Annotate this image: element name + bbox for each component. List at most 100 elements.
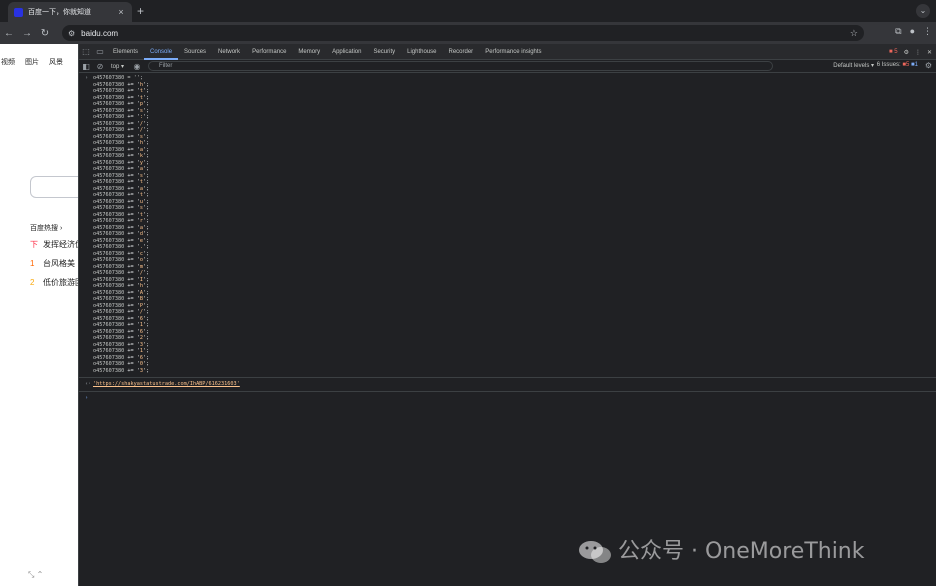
wechat-icon — [579, 541, 611, 563]
code-var: o457607380 — [93, 159, 125, 166]
code-var: o457607380 — [93, 198, 125, 205]
extensions-icon[interactable]: ⧉ — [895, 26, 901, 37]
code-char: A — [139, 289, 143, 296]
code-char: k — [139, 153, 143, 159]
tab-elements[interactable]: Elements — [107, 44, 144, 60]
code-var: o457607380 — [93, 81, 125, 88]
watermark-text: 公众号 · OneMoreThink — [618, 539, 865, 564]
settings-gear-icon[interactable]: ⚙ — [904, 49, 909, 56]
code-char: 3 — [139, 341, 143, 348]
search-input[interactable] — [30, 176, 78, 198]
nav-scenery[interactable]: 风景 — [49, 57, 63, 67]
issues-counter[interactable]: 6 Issues: ■5 ■1 — [877, 62, 918, 68]
sidebar-toggle-icon[interactable]: ◧ — [79, 62, 93, 71]
code-char: a — [139, 166, 143, 172]
hot-item[interactable]: 2 低价旅游团 — [30, 277, 78, 288]
issues-info: ■1 — [911, 62, 918, 68]
code-char: t — [139, 88, 143, 94]
hot-item[interactable]: 下发挥经济优势 — [30, 239, 78, 250]
close-devtools-icon[interactable]: ✕ — [927, 49, 932, 56]
code-char: B — [139, 296, 143, 302]
console-result: ‹· 'https://shakyastatustrade.com/IhABP/… — [79, 377, 936, 391]
result-url-string[interactable]: 'https://shakyastatustrade.com/IhABP/616… — [93, 381, 240, 387]
url-text: baidu.com — [81, 28, 119, 38]
code-char: s — [139, 172, 143, 179]
tab-sources[interactable]: Sources — [178, 44, 212, 60]
code-char: p — [139, 101, 143, 107]
code-char: / — [139, 309, 143, 315]
live-expression-eye-icon[interactable]: ◉ — [130, 62, 144, 71]
code-var: o457607380 — [93, 276, 125, 283]
device-toolbar-icon[interactable]: ▭ — [93, 47, 107, 56]
page-nav: 视频 图片 风景 — [0, 57, 63, 67]
tab-performance-insights[interactable]: Performance insights — [479, 44, 547, 60]
code-char: t — [139, 94, 143, 101]
code-var: o457607380 — [93, 283, 125, 289]
tab-console[interactable]: Console — [144, 44, 179, 60]
code-char: 2 — [139, 335, 143, 341]
nav-images[interactable]: 图片 — [25, 57, 39, 67]
code-char: t — [139, 211, 143, 218]
code-var: o457607380 — [93, 322, 125, 328]
tab-memory[interactable]: Memory — [292, 44, 326, 60]
console-filter-input[interactable]: Filter — [148, 61, 774, 71]
code-char: a — [139, 146, 143, 153]
log-levels-select[interactable]: Default levels ▾ — [833, 62, 874, 69]
code-var: o457607380 — [93, 237, 125, 244]
inspect-element-icon[interactable]: ⬚ — [79, 47, 93, 56]
clear-console-icon[interactable]: ⊘ — [93, 62, 107, 71]
devtools-menu-icon[interactable]: ⋮ — [915, 49, 921, 56]
error-count-badge[interactable]: ■ 5 — [889, 49, 898, 55]
hot-item[interactable]: 1 台风格美 — [30, 258, 75, 269]
hot-rank: 1 — [30, 259, 35, 268]
code-char: 6 — [139, 328, 143, 335]
code-var: o457607380 — [93, 231, 125, 237]
tab-lighthouse[interactable]: Lighthouse — [401, 44, 442, 60]
profile-icon[interactable]: ● — [910, 26, 915, 37]
tab-security[interactable]: Security — [367, 44, 401, 60]
tab-application[interactable]: Application — [326, 44, 367, 60]
back-icon[interactable]: ← — [0, 28, 18, 39]
tab-close-button[interactable]: × — [116, 7, 126, 17]
hot-search-title[interactable]: 百度热搜 › — [30, 223, 62, 233]
hot-text: 发挥经济优势 — [43, 240, 78, 249]
forward-icon[interactable]: → — [18, 28, 36, 39]
console-settings-icon[interactable]: ⚙ — [925, 61, 932, 70]
nav-video[interactable]: 视频 — [1, 57, 15, 67]
code-var: o457607380 — [93, 224, 125, 231]
new-tab-button[interactable]: + — [137, 4, 144, 18]
site-info-icon[interactable]: ⚙ — [68, 29, 75, 38]
code-var: o457607380 — [93, 211, 125, 218]
menu-icon[interactable]: ⋮ — [923, 26, 932, 37]
code-var: o457607380 — [93, 309, 125, 315]
code-var: o457607380 — [93, 218, 125, 224]
code-char: 6 — [139, 315, 143, 322]
tab-search-icon[interactable]: ⌄ — [916, 4, 930, 18]
tab-recorder[interactable]: Recorder — [443, 44, 480, 60]
context-select[interactable]: top ▾ — [111, 63, 124, 70]
code-char: t — [139, 192, 143, 198]
reload-icon[interactable]: ↻ — [36, 28, 54, 39]
tab-network[interactable]: Network — [212, 44, 246, 60]
code-var: o457607380 — [93, 270, 125, 276]
tab-performance[interactable]: Performance — [246, 44, 292, 60]
issues-errors: ■5 — [902, 62, 910, 68]
issues-info-count: 1 — [914, 62, 918, 68]
code-var: o457607380 — [93, 179, 125, 185]
code-var: o457607380 — [93, 367, 125, 374]
address-bar[interactable]: ⚙ baidu.com ☆ — [62, 25, 864, 41]
tab-strip: 百度一下，你就知道 × + ⌄ — [0, 0, 936, 22]
code-char: h — [139, 283, 143, 289]
code-var: o457607380 — [93, 205, 125, 211]
error-count: 5 — [894, 49, 898, 55]
page-footer-icons: ⤡ ⌃ — [28, 570, 44, 579]
code-var: o457607380 — [93, 140, 125, 146]
code-char: d — [139, 231, 143, 237]
code-op: = ''; — [127, 75, 143, 81]
code-char: / — [139, 127, 143, 133]
code-var: o457607380 — [93, 107, 125, 114]
code-var: o457607380 — [93, 335, 125, 341]
console-prompt[interactable]: › — [79, 390, 936, 402]
bookmark-star-icon[interactable]: ☆ — [850, 28, 858, 39]
browser-tab[interactable]: 百度一下，你就知道 × — [8, 2, 132, 22]
